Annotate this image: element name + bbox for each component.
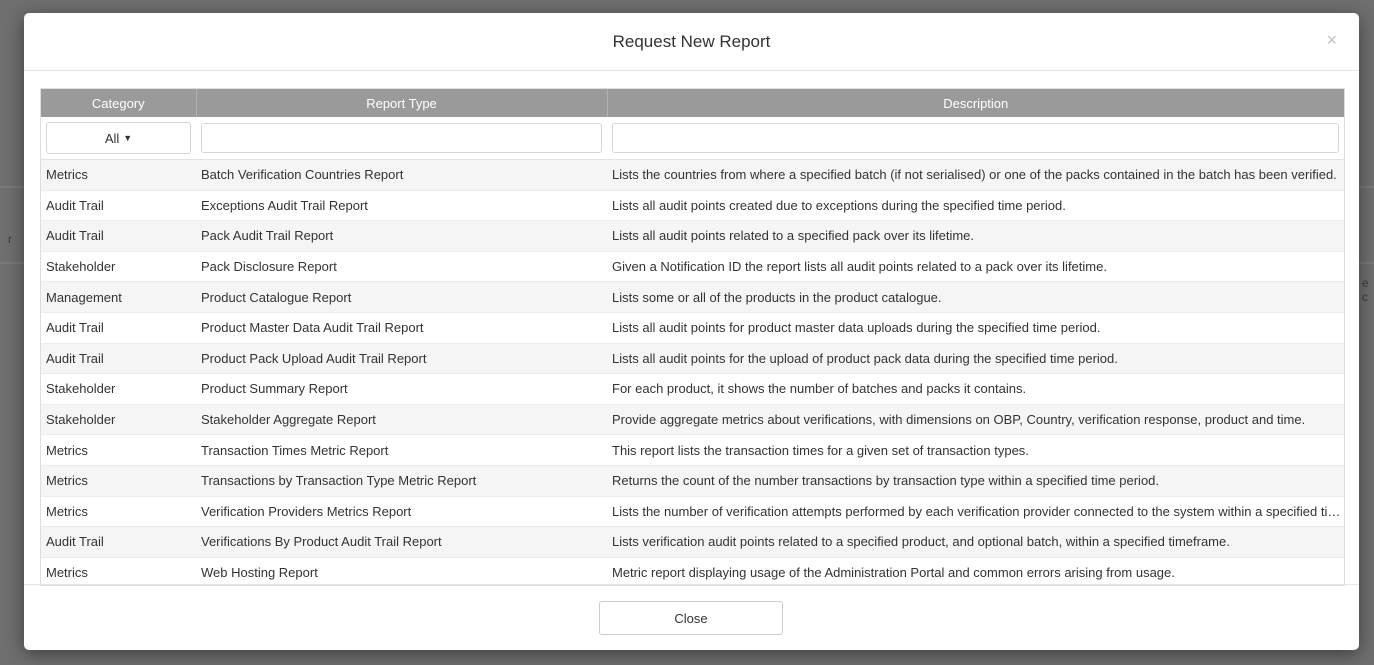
cell-category: Metrics [41,159,196,191]
table-row[interactable]: Audit Trail Verifications By Product Audi… [41,526,1344,558]
column-header-report-type[interactable]: Report Type [196,89,608,117]
table-row[interactable]: Audit Trail Product Pack Upload Audit Tra… [41,343,1344,375]
cell-report-type: Pack Audit Trail Report [196,220,607,252]
cell-category: Audit Trail [41,343,196,375]
cell-report-type: Batch Verification Countries Report [196,159,607,191]
cell-description: Lists some or all of the products in the… [607,281,1344,313]
cell-category: Metrics [41,557,196,585]
cell-description: Lists all audit points for product maste… [607,312,1344,344]
request-report-modal: Request New Report × Category Report Typ… [24,13,1359,650]
caret-down-icon: ▼ [123,133,133,143]
cell-description: For each product, it shows the number of… [607,373,1344,405]
cell-report-type: Verifications By Product Audit Trail Rep… [196,526,607,558]
cell-description: Returns the count of the number transact… [607,465,1344,497]
table-row[interactable]: Metrics Transaction Times Metric Report Th… [41,434,1344,466]
column-header-description[interactable]: Description [607,89,1344,117]
cell-description: Lists all audit points related to a spec… [607,220,1344,252]
backdrop-text-left: r [8,232,12,246]
cell-category: Stakeholder [41,373,196,405]
table-row[interactable]: Management Product Catalogue Report Lists … [41,281,1344,313]
cell-category: Metrics [41,434,196,466]
cell-report-type: Product Master Data Audit Trail Report [196,312,607,344]
cell-report-type: Verification Providers Metrics Report [196,496,607,528]
table-row[interactable]: Audit Trail Product Master Data Audit Tra… [41,312,1344,344]
cell-description: This report lists the transaction times … [607,434,1344,466]
table-row[interactable]: Stakeholder Stakeholder Aggregate Report P… [41,404,1344,436]
cell-category: Management [41,281,196,313]
report-type-filter-cell [196,117,607,160]
category-filter-dropdown[interactable]: All ▼ [46,122,191,154]
table-row[interactable]: Stakeholder Pack Disclosure Report Given a… [41,251,1344,283]
table-row[interactable]: Stakeholder Product Summary Report For eac… [41,373,1344,405]
cell-report-type: Transaction Times Metric Report [196,434,607,466]
cell-category: Audit Trail [41,220,196,252]
table-header: Category Report Type Description [41,89,1344,117]
cell-description: Lists the number of verification attempt… [607,496,1344,528]
cell-description: Given a Notification ID the report lists… [607,251,1344,283]
cell-report-type: Product Catalogue Report [196,281,607,313]
cell-description: Lists the countries from where a specifi… [607,159,1344,191]
cell-report-type: Product Summary Report [196,373,607,405]
cell-report-type: Transactions by Transaction Type Metric … [196,465,607,497]
cell-category: Stakeholder [41,251,196,283]
cell-description: Lists all audit points created due to ex… [607,190,1344,222]
category-filter-cell: All ▼ [41,117,196,160]
modal-footer: Close [24,584,1359,650]
table-row[interactable]: Metrics Batch Verification Countries Repo… [41,159,1344,191]
cell-description: Provide aggregate metrics about verifica… [607,404,1344,436]
cell-category: Audit Trail [41,526,196,558]
cell-report-type: Exceptions Audit Trail Report [196,190,607,222]
table-row[interactable]: Metrics Web Hosting Report Metric report d… [41,557,1344,585]
cell-report-type: Pack Disclosure Report [196,251,607,283]
table-row[interactable]: Metrics Verification Providers Metrics Re… [41,496,1344,528]
cell-category: Metrics [41,496,196,528]
category-filter-value: All [104,130,120,146]
cell-category: Metrics [41,465,196,497]
table-row[interactable]: Audit Trail Pack Audit Trail Report Lists … [41,220,1344,252]
close-icon[interactable]: × [1326,31,1337,49]
table-body: Metrics Batch Verification Countries Repo… [41,159,1344,585]
filter-row: All ▼ [41,117,1344,160]
table-row[interactable]: Audit Trail Exceptions Audit Trail Report… [41,190,1344,222]
cell-report-type: Web Hosting Report [196,557,607,585]
description-filter-input[interactable] [612,123,1339,153]
description-filter-cell [607,117,1344,160]
cell-report-type: Product Pack Upload Audit Trail Report [196,343,607,375]
cell-description: Metric report displaying usage of the Ad… [607,557,1344,585]
cell-category: Audit Trail [41,190,196,222]
report-table: Category Report Type Description All ▼ M… [40,88,1345,586]
cell-description: Lists all audit points for the upload of… [607,343,1344,375]
close-button[interactable]: Close [599,601,783,635]
modal-title: Request New Report [612,32,771,51]
cell-category: Audit Trail [41,312,196,344]
cell-description: Lists verification audit points related … [607,526,1344,558]
table-row[interactable]: Metrics Transactions by Transaction Type … [41,465,1344,497]
cell-report-type: Stakeholder Aggregate Report [196,404,607,436]
backdrop-text-right: e c [1362,276,1369,304]
modal-header: Request New Report × [24,13,1359,71]
report-type-filter-input[interactable] [201,123,602,153]
cell-category: Stakeholder [41,404,196,436]
column-header-category[interactable]: Category [41,89,197,117]
